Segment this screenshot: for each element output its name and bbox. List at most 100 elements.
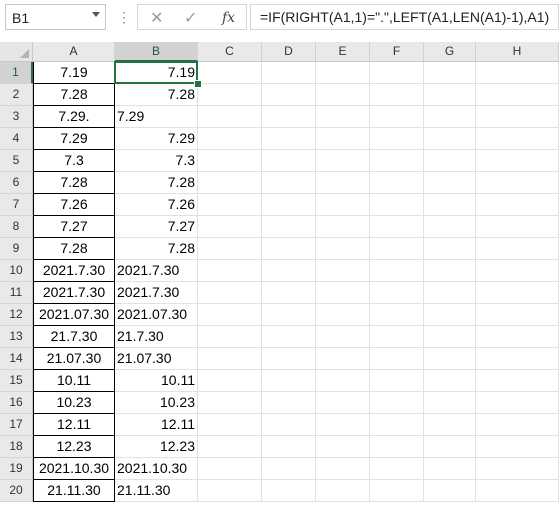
cell-f3[interactable] [370,106,424,128]
cell-e17[interactable] [316,414,370,436]
row-header-14[interactable]: 14 [0,348,33,370]
cell-b17[interactable]: 12.11 [115,414,198,436]
cell-a10[interactable]: 2021.7.30 [33,260,115,282]
row-header-2[interactable]: 2 [0,84,33,106]
cell-g7[interactable] [424,194,476,216]
cell-a15[interactable]: 10.11 [33,370,115,392]
cancel-icon[interactable]: ✕ [150,8,163,28]
cell-g4[interactable] [424,128,476,150]
cell-e10[interactable] [316,260,370,282]
cell-h15[interactable] [476,370,559,392]
cell-e18[interactable] [316,436,370,458]
cell-c1[interactable] [198,62,262,84]
cell-d6[interactable] [262,172,316,194]
row-header-4[interactable]: 4 [0,128,33,150]
cell-f1[interactable] [370,62,424,84]
column-header-f[interactable]: F [370,42,424,62]
cell-f8[interactable] [370,216,424,238]
cell-d10[interactable] [262,260,316,282]
row-header-13[interactable]: 13 [0,326,33,348]
cell-e1[interactable] [316,62,370,84]
insert-function-icon[interactable]: fx [222,10,235,26]
cell-h12[interactable] [476,304,559,326]
cell-f15[interactable] [370,370,424,392]
cell-g11[interactable] [424,282,476,304]
cell-c4[interactable] [198,128,262,150]
row-header-7[interactable]: 7 [0,194,33,216]
cell-e14[interactable] [316,348,370,370]
cell-h7[interactable] [476,194,559,216]
cell-e9[interactable] [316,238,370,260]
cell-d14[interactable] [262,348,316,370]
cell-g20[interactable] [424,480,476,502]
cell-d3[interactable] [262,106,316,128]
cell-b7[interactable]: 7.26 [115,194,198,216]
cell-h6[interactable] [476,172,559,194]
cell-h14[interactable] [476,348,559,370]
row-header-20[interactable]: 20 [0,480,33,502]
cell-h11[interactable] [476,282,559,304]
cell-f2[interactable] [370,84,424,106]
cell-h9[interactable] [476,238,559,260]
cell-c20[interactable] [198,480,262,502]
cell-g5[interactable] [424,150,476,172]
cell-e6[interactable] [316,172,370,194]
cell-d11[interactable] [262,282,316,304]
cell-g9[interactable] [424,238,476,260]
cell-c12[interactable] [198,304,262,326]
cell-a13[interactable]: 21.7.30 [33,326,115,348]
cell-b3[interactable]: 7.29 [115,106,198,128]
cell-c15[interactable] [198,370,262,392]
cell-c18[interactable] [198,436,262,458]
cell-g12[interactable] [424,304,476,326]
cell-b1[interactable]: 7.19 [115,62,198,84]
row-header-5[interactable]: 5 [0,150,33,172]
formula-input[interactable]: =IF(RIGHT(A1,1)=".",LEFT(A1,LEN(A1)-1),A… [250,4,559,30]
cell-b16[interactable]: 10.23 [115,392,198,414]
cell-b19[interactable]: 2021.10.30 [115,458,198,480]
column-header-h[interactable]: H [476,42,559,62]
cell-a6[interactable]: 7.28 [33,172,115,194]
cell-f9[interactable] [370,238,424,260]
cell-b14[interactable]: 21.07.30 [115,348,198,370]
cell-h3[interactable] [476,106,559,128]
cell-c8[interactable] [198,216,262,238]
cell-a16[interactable]: 10.23 [33,392,115,414]
cell-f14[interactable] [370,348,424,370]
cell-a2[interactable]: 7.28 [33,84,115,106]
cell-f18[interactable] [370,436,424,458]
cell-h5[interactable] [476,150,559,172]
row-header-11[interactable]: 11 [0,282,33,304]
row-header-12[interactable]: 12 [0,304,33,326]
cell-h2[interactable] [476,84,559,106]
cell-h8[interactable] [476,216,559,238]
cell-f4[interactable] [370,128,424,150]
cell-f7[interactable] [370,194,424,216]
row-header-19[interactable]: 19 [0,458,33,480]
cell-a3[interactable]: 7.29. [33,106,115,128]
cell-f6[interactable] [370,172,424,194]
cell-g16[interactable] [424,392,476,414]
cell-d20[interactable] [262,480,316,502]
cell-f19[interactable] [370,458,424,480]
cell-g13[interactable] [424,326,476,348]
row-header-15[interactable]: 15 [0,370,33,392]
cell-g17[interactable] [424,414,476,436]
name-box[interactable]: B1 [5,4,106,30]
cell-f20[interactable] [370,480,424,502]
cell-e7[interactable] [316,194,370,216]
cell-d12[interactable] [262,304,316,326]
cell-h13[interactable] [476,326,559,348]
cell-h1[interactable] [476,62,559,84]
cell-g6[interactable] [424,172,476,194]
enter-icon[interactable]: ✓ [184,8,197,28]
cell-b4[interactable]: 7.29 [115,128,198,150]
row-header-8[interactable]: 8 [0,216,33,238]
column-header-a[interactable]: A [33,42,115,62]
cell-g14[interactable] [424,348,476,370]
cell-e5[interactable] [316,150,370,172]
cell-e16[interactable] [316,392,370,414]
cell-g1[interactable] [424,62,476,84]
cell-h19[interactable] [476,458,559,480]
column-header-d[interactable]: D [262,42,316,62]
